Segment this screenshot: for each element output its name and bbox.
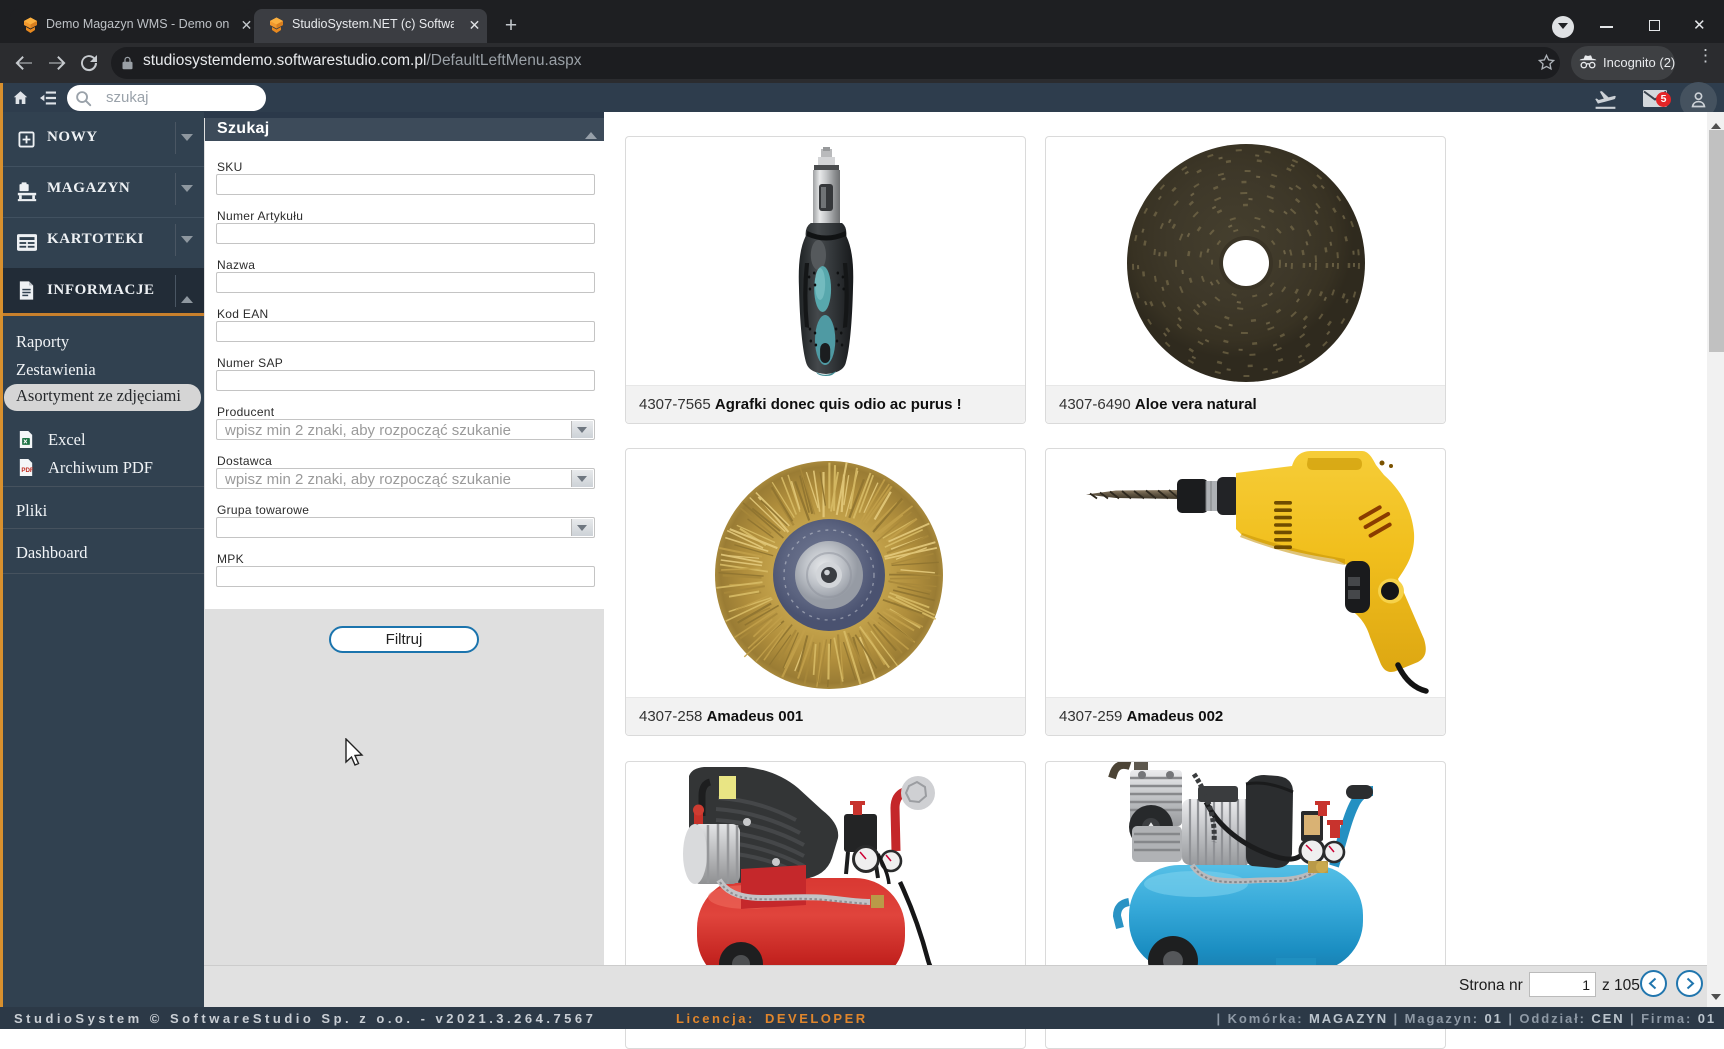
svg-text:PDF: PDF: [21, 467, 33, 474]
